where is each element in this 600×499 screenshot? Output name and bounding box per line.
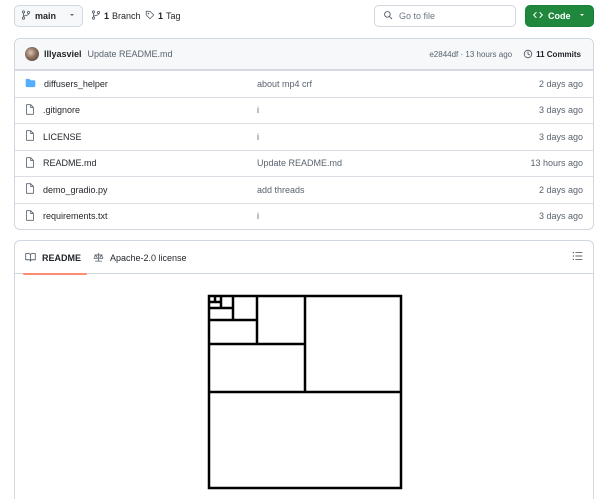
file-icon: [25, 130, 35, 143]
file-date: 3 days ago: [538, 131, 583, 142]
code-brackets-icon: [533, 10, 543, 22]
list-unordered-icon: [572, 251, 583, 263]
file-name[interactable]: diffusers_helper: [44, 79, 108, 89]
branch-selector-button[interactable]: main: [14, 5, 83, 27]
branch-name: main: [35, 11, 57, 21]
file-name[interactable]: LICENSE: [43, 132, 82, 142]
readme-panel: README Apache-2.0 license: [14, 240, 594, 499]
file-row[interactable]: .gitignore i 3 days ago: [15, 96, 593, 124]
tags-label: Tag: [166, 11, 181, 21]
law-scale-icon: [93, 252, 104, 264]
go-to-file-input[interactable]: [399, 11, 499, 21]
file-icon: [25, 104, 35, 117]
file-row[interactable]: requirements.txt i 3 days ago: [15, 202, 593, 230]
commit-hash-time[interactable]: e2844df · 13 hours ago: [429, 50, 512, 59]
file-icon: [25, 157, 35, 170]
repo-toolbar: main 1 Branch 1 Tag Code: [14, 5, 594, 27]
tab-readme-label: README: [42, 252, 82, 263]
file-row[interactable]: diffusers_helper about mp4 crf 2 days ag…: [15, 70, 593, 97]
git-branch-icon: [91, 10, 101, 22]
tags-link[interactable]: 1 Tag: [145, 5, 181, 27]
file-date: 13 hours ago: [530, 158, 583, 169]
commit-meta: e2844df · 13 hours ago 11 Commits: [429, 39, 581, 70]
file-row[interactable]: demo_gradio.py add threads 2 days ago: [15, 176, 593, 203]
book-icon: [25, 252, 36, 264]
file-commit-message[interactable]: add threads: [257, 185, 305, 195]
branches-link[interactable]: 1 Branch: [91, 5, 141, 27]
history-icon: [523, 49, 533, 61]
avatar[interactable]: [25, 47, 39, 61]
file-date: 3 days ago: [538, 105, 583, 116]
file-name[interactable]: .gitignore: [43, 105, 80, 115]
readme-fractal-image: [207, 294, 403, 492]
branches-label: Branch: [112, 11, 141, 21]
file-date: 2 days ago: [538, 78, 583, 89]
code-button-label: Code: [548, 11, 571, 21]
tags-count: 1: [158, 11, 164, 21]
folder-icon: [25, 78, 36, 90]
file-commit-message[interactable]: about mp4 crf: [257, 79, 312, 89]
file-commit-message[interactable]: i: [257, 211, 259, 221]
commits-history-link[interactable]: 11 Commits: [523, 49, 581, 61]
commits-count-label: 11 Commits: [536, 50, 581, 59]
tab-license-label: Apache-2.0 license: [110, 252, 187, 263]
file-commit-message[interactable]: i: [257, 132, 259, 142]
file-date: 2 days ago: [538, 184, 583, 195]
commit-author[interactable]: lllyasviel: [44, 49, 82, 59]
file-date: 3 days ago: [538, 211, 583, 222]
file-row[interactable]: LICENSE i 3 days ago: [15, 123, 593, 150]
file-name[interactable]: README.md: [43, 158, 97, 168]
file-commit-message[interactable]: Update README.md: [257, 158, 342, 168]
tag-icon: [145, 10, 155, 22]
search-icon: [383, 10, 393, 22]
commit-message[interactable]: Update README.md: [88, 49, 173, 59]
go-to-file-search[interactable]: [374, 5, 516, 27]
file-browser: lllyasviel Update README.md e2844df · 13…: [14, 38, 594, 230]
tab-license[interactable]: Apache-2.0 license: [93, 241, 187, 274]
file-name[interactable]: demo_gradio.py: [43, 185, 108, 195]
caret-down-icon: [68, 11, 76, 21]
branches-count: 1: [104, 11, 110, 21]
file-icon: [25, 183, 35, 196]
file-icon: [25, 210, 35, 223]
latest-commit-bar: lllyasviel Update README.md e2844df · 13…: [15, 39, 593, 70]
code-button[interactable]: Code: [525, 5, 594, 27]
file-row[interactable]: README.md Update README.md 13 hours ago: [15, 149, 593, 177]
tab-readme[interactable]: README: [22, 241, 88, 275]
caret-down-icon: [578, 11, 586, 21]
file-name[interactable]: requirements.txt: [43, 211, 108, 221]
file-commit-message[interactable]: i: [257, 105, 259, 115]
git-branch-icon: [21, 10, 31, 22]
readme-tab-bar: README Apache-2.0 license: [15, 241, 593, 275]
table-of-contents-button[interactable]: [572, 251, 583, 263]
